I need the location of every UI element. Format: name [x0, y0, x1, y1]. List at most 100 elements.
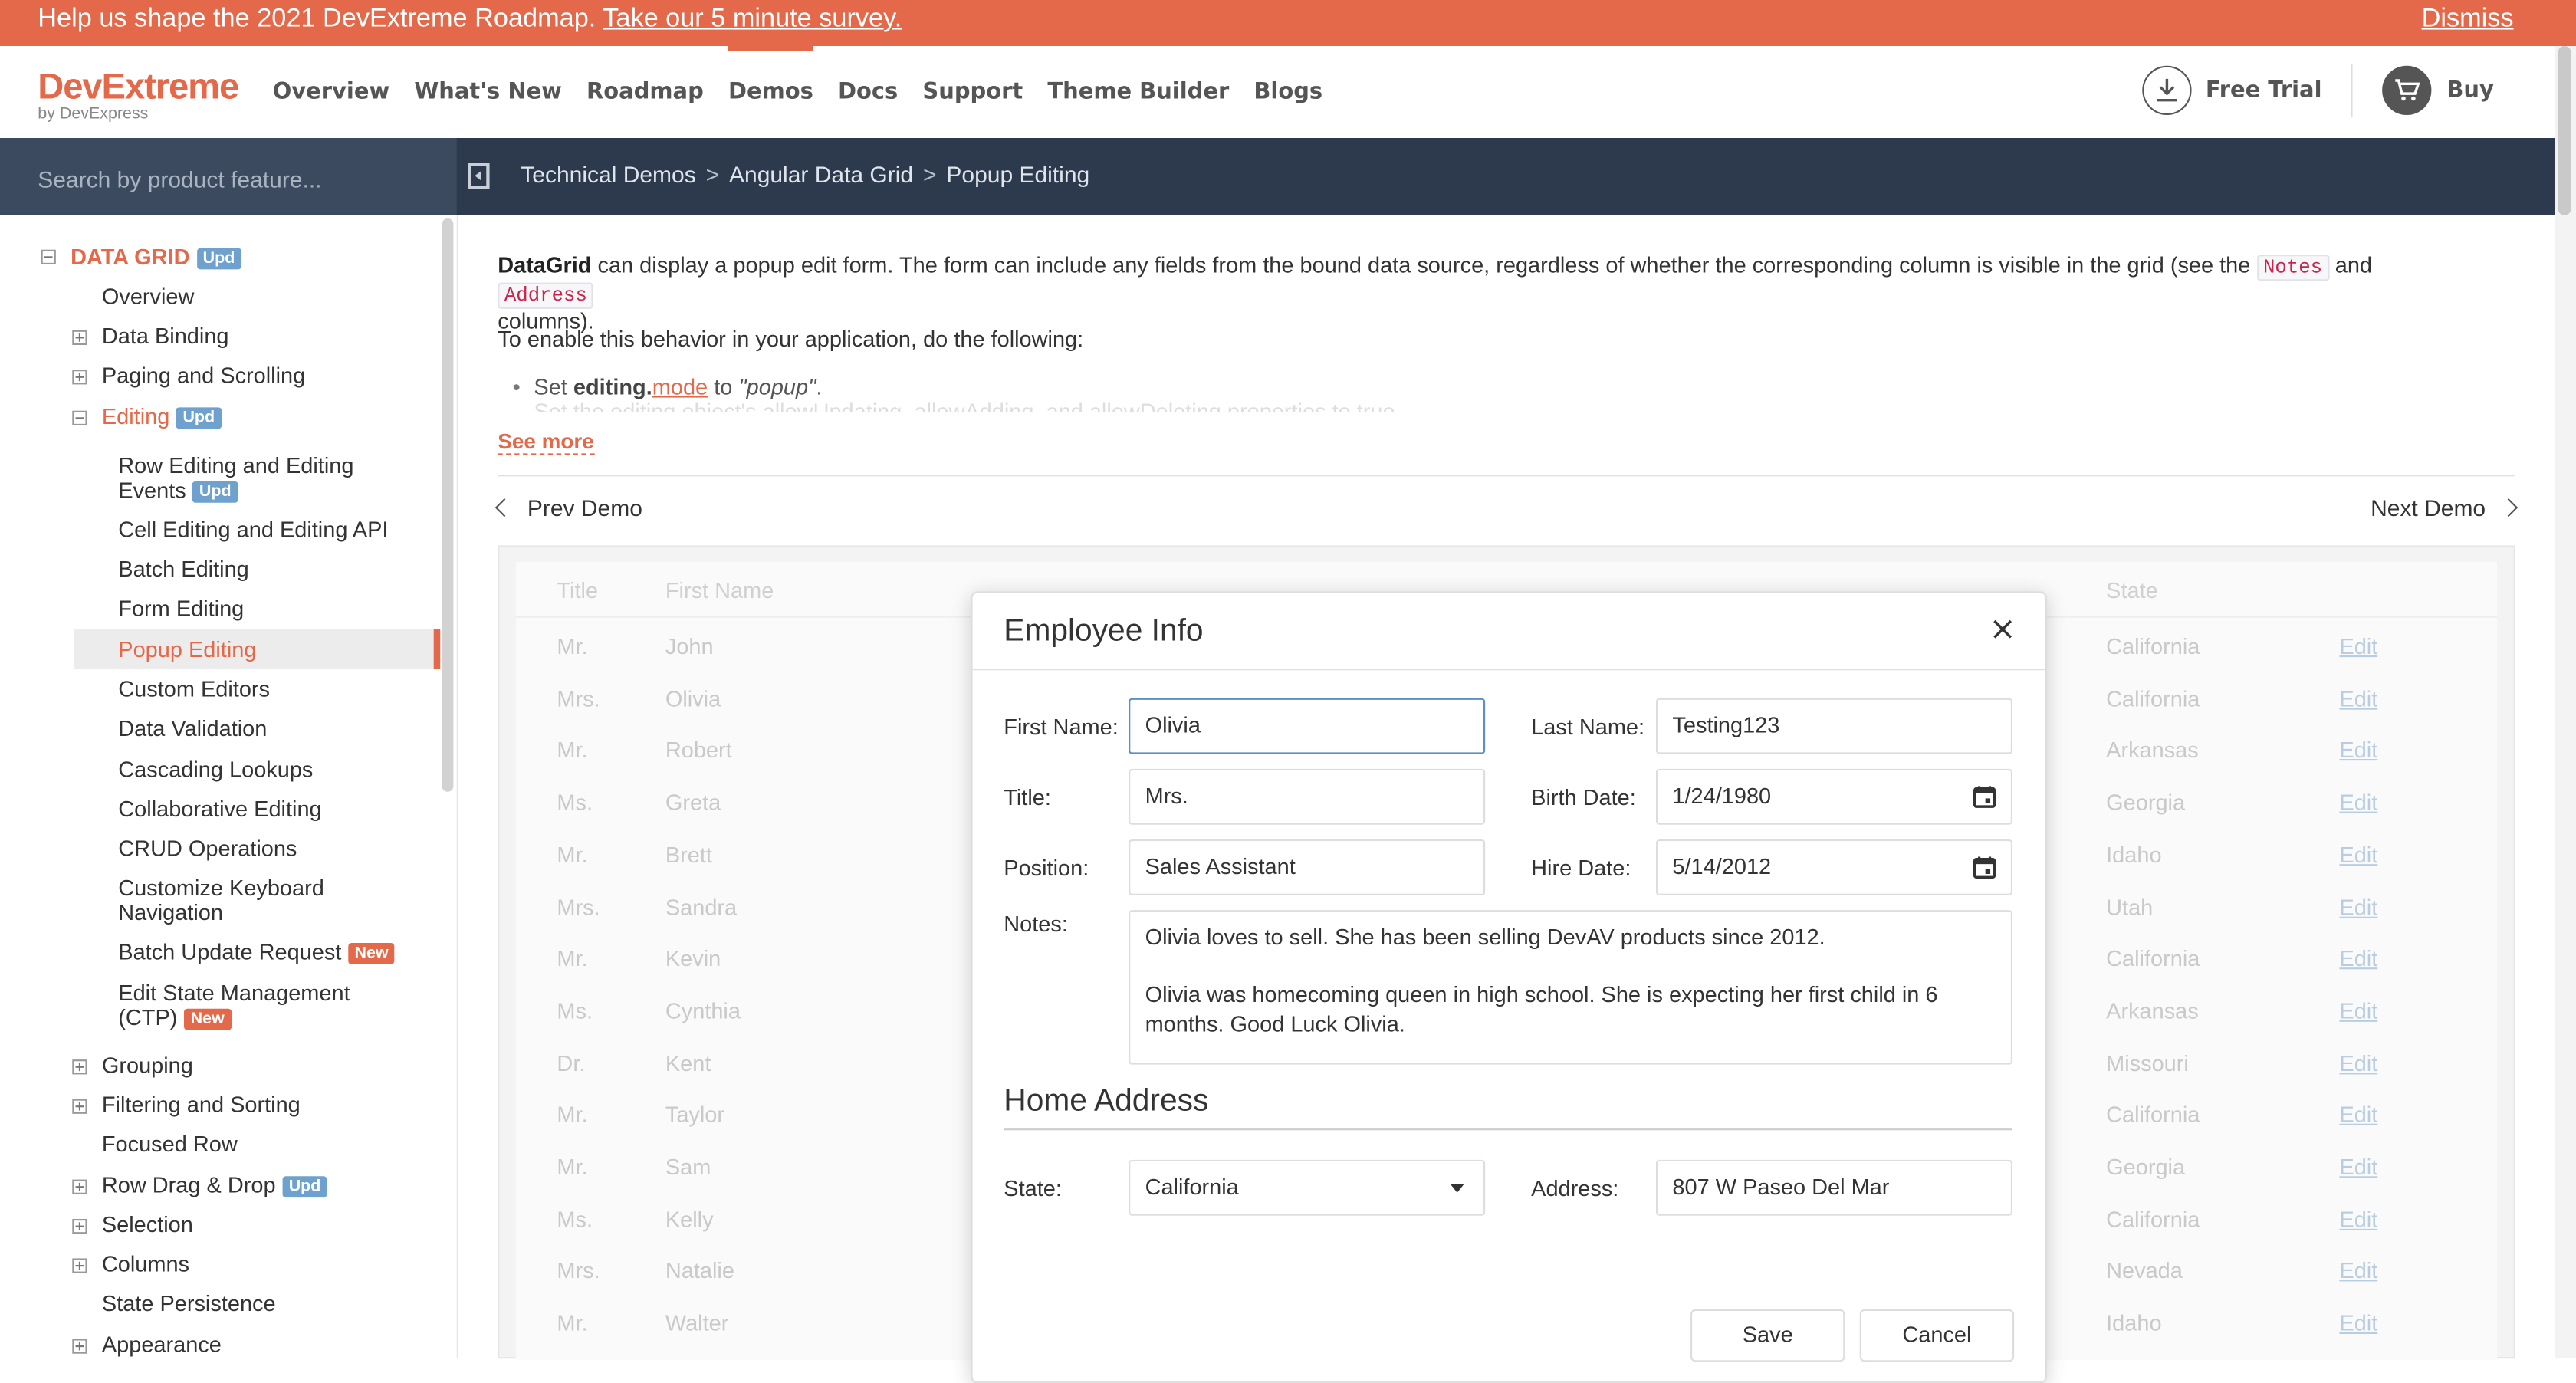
expand-icon[interactable]	[72, 1339, 87, 1354]
nav-support[interactable]: Support	[922, 79, 1023, 105]
expand-icon[interactable]	[72, 1059, 87, 1075]
survey-link[interactable]: Take our 5 minute survey.	[603, 5, 902, 32]
sidebar-item-collaborative-editing[interactable]: Collaborative Editing	[118, 797, 321, 821]
collapse-icon[interactable]	[72, 410, 87, 425]
sidebar-section-data-grid[interactable]: DATA GRID Upd	[71, 245, 242, 270]
sidebar-item-paging-scrolling[interactable]: Paging and Scrolling	[102, 363, 305, 388]
sidebar-item-custom-editors[interactable]: Custom Editors	[118, 677, 270, 701]
last-name-field[interactable]: Testing123	[1656, 698, 2013, 754]
search-input[interactable]: Search by product feature...	[0, 138, 457, 215]
edit-link[interactable]: Edit	[2339, 634, 2377, 659]
expand-icon[interactable]	[72, 1179, 87, 1194]
sidebar-item-editing[interactable]: Editing Upd	[102, 404, 222, 429]
edit-link[interactable]: Edit	[2339, 1102, 2377, 1127]
close-icon[interactable]	[1990, 616, 2016, 642]
breadcrumb-technical-demos[interactable]: Technical Demos	[521, 161, 695, 187]
first-name-field[interactable]	[1129, 698, 1486, 754]
collapse-sidebar-icon[interactable]	[468, 163, 490, 189]
first-name-input[interactable]	[1145, 699, 1469, 751]
breadcrumb-angular-data-grid[interactable]: Angular Data Grid	[729, 161, 913, 187]
sidebar-item-grouping[interactable]: Grouping	[102, 1053, 193, 1078]
nav-theme-builder[interactable]: Theme Builder	[1047, 79, 1229, 105]
save-button[interactable]: Save	[1691, 1309, 1845, 1362]
dropdown-arrow-icon[interactable]	[1451, 1184, 1464, 1193]
nav-docs[interactable]: Docs	[838, 79, 898, 105]
sidebar-item-overview[interactable]: Overview	[102, 284, 195, 309]
sidebar-item-edit-state-management[interactable]: Edit State Management (CTP) New	[118, 981, 350, 1030]
sidebar-item-batch-editing[interactable]: Batch Editing	[118, 557, 248, 581]
breadcrumb-bar: Search by product feature... Technical D…	[0, 138, 2555, 215]
column-header-title[interactable]: Title	[557, 578, 598, 603]
expand-icon[interactable]	[72, 330, 87, 345]
breadcrumb-popup-editing: Popup Editing	[946, 161, 1090, 188]
expand-icon[interactable]	[72, 1258, 87, 1273]
sidebar-item-crud-operations[interactable]: CRUD Operations	[118, 836, 297, 861]
edit-link[interactable]: Edit	[2339, 895, 2377, 919]
edit-link[interactable]: Edit	[2339, 738, 2377, 763]
nav-demos[interactable]: Demos	[728, 45, 813, 105]
cart-icon[interactable]	[2382, 65, 2433, 115]
edit-link[interactable]: Edit	[2339, 686, 2377, 711]
cell-title: Mrs.	[557, 686, 600, 711]
prev-demo-link[interactable]: Prev Demo	[495, 494, 642, 521]
calendar-icon[interactable]	[1973, 785, 1996, 808]
dismiss-link[interactable]: Dismiss	[2422, 5, 2514, 34]
position-field[interactable]: Sales Assistant	[1129, 839, 1486, 895]
expand-icon[interactable]	[72, 370, 87, 385]
next-demo-link[interactable]: Next Demo	[2371, 494, 2518, 521]
sidebar-item-popup-editing[interactable]: Popup Editing	[118, 637, 256, 662]
edit-link[interactable]: Edit	[2339, 1051, 2377, 1076]
see-more-link[interactable]: See more	[498, 429, 594, 455]
address-field[interactable]: 807 W Paseo Del Mar	[1656, 1159, 2013, 1216]
edit-link[interactable]: Edit	[2339, 1155, 2377, 1179]
sidebar-item-selection[interactable]: Selection	[102, 1212, 193, 1237]
edit-link[interactable]: Edit	[2339, 1207, 2377, 1231]
free-trial-link[interactable]: Free Trial	[2206, 77, 2322, 103]
edit-link[interactable]: Edit	[2339, 1311, 2377, 1335]
cancel-button[interactable]: Cancel	[1859, 1309, 2015, 1362]
expand-icon[interactable]	[72, 1219, 87, 1234]
page-scrollbar[interactable]	[2555, 46, 2576, 1359]
edit-link[interactable]: Edit	[2339, 999, 2377, 1023]
page-scrollbar-thumb[interactable]	[2558, 46, 2571, 215]
nav-blogs[interactable]: Blogs	[1254, 79, 1322, 105]
column-header-state[interactable]: State	[2106, 578, 2158, 603]
birth-date-field[interactable]: 1/24/1980	[1656, 768, 2013, 825]
title-field[interactable]: Mrs.	[1129, 768, 1486, 825]
sidebar-item-row-drag-drop[interactable]: Row Drag & Drop Upd	[102, 1173, 327, 1198]
sidebar-item-state-persistence[interactable]: State Persistence	[102, 1291, 276, 1316]
edit-link[interactable]: Edit	[2339, 947, 2377, 971]
sidebar-item-columns[interactable]: Columns	[102, 1252, 189, 1276]
hire-date-field[interactable]: 5/14/2012	[1656, 839, 2013, 895]
notes-textarea[interactable]: Olivia loves to sell. She has been selli…	[1129, 910, 2013, 1065]
sidebar-item-cell-editing[interactable]: Cell Editing and Editing API	[118, 517, 388, 542]
state-select[interactable]: California	[1129, 1159, 1486, 1216]
sidebar-item-data-binding[interactable]: Data Binding	[102, 324, 229, 348]
sidebar: DATA GRID Upd Overview Data Binding Pagin…	[0, 215, 458, 1359]
calendar-icon[interactable]	[1973, 856, 1996, 879]
sidebar-item-batch-update-request[interactable]: Batch Update Request New	[118, 940, 396, 964]
collapse-icon[interactable]	[41, 249, 56, 264]
edit-link[interactable]: Edit	[2339, 843, 2377, 867]
sidebar-item-data-validation[interactable]: Data Validation	[118, 716, 267, 741]
mode-link[interactable]: mode	[652, 375, 708, 399]
nav-whats-new[interactable]: What's New	[414, 79, 562, 105]
edit-link[interactable]: Edit	[2339, 790, 2377, 815]
sidebar-item-focused-row[interactable]: Focused Row	[102, 1132, 238, 1156]
nav-overview[interactable]: Overview	[273, 79, 389, 105]
buy-link[interactable]: Buy	[2446, 77, 2494, 103]
edit-link[interactable]: Edit	[2339, 1259, 2377, 1283]
employee-info-popup: Employee Info First Name: Last Name: Tes…	[971, 591, 2047, 1383]
sidebar-item-appearance[interactable]: Appearance	[102, 1332, 222, 1357]
column-header-first-name[interactable]: First Name	[665, 578, 774, 603]
sidebar-item-form-editing[interactable]: Form Editing	[118, 596, 244, 621]
sidebar-scrollbar[interactable]	[442, 218, 454, 792]
sidebar-item-row-editing[interactable]: Row Editing and Editing Events Upd	[118, 453, 353, 503]
sidebar-item-filtering-sorting[interactable]: Filtering and Sorting	[102, 1092, 301, 1117]
sidebar-item-cascading-lookups[interactable]: Cascading Lookups	[118, 757, 313, 782]
nav-roadmap[interactable]: Roadmap	[586, 79, 704, 105]
sidebar-item-keyboard-navigation[interactable]: Customize Keyboard Navigation	[118, 875, 324, 925]
expand-icon[interactable]	[72, 1099, 87, 1114]
download-icon[interactable]	[2141, 65, 2191, 115]
devextreme-logo[interactable]: DevExtreme by DevExpress	[38, 68, 239, 123]
